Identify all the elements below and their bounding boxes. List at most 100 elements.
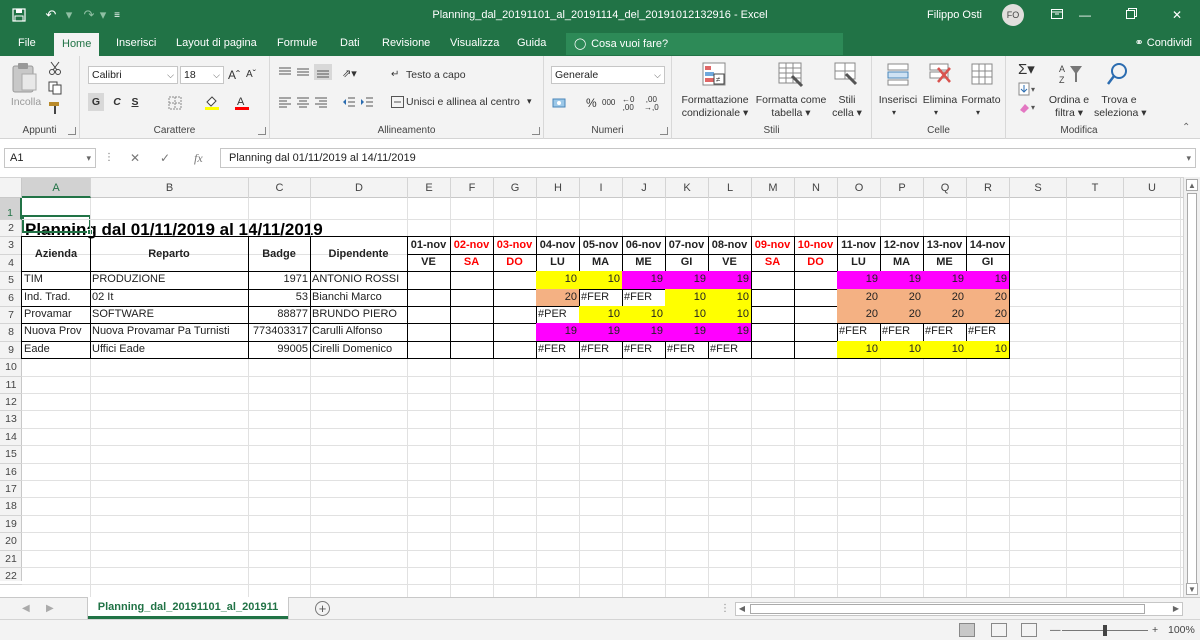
row-header-3[interactable]: 3 bbox=[0, 237, 22, 255]
column-header-a[interactable]: A bbox=[22, 178, 91, 198]
cell-hours[interactable]: #FER bbox=[923, 323, 967, 342]
cell-hours[interactable]: 10 bbox=[923, 340, 967, 360]
cell-hours[interactable]: 19 bbox=[622, 323, 666, 342]
date-header[interactable]: 12-nov bbox=[880, 236, 924, 255]
cell-hours[interactable]: 19 bbox=[708, 271, 752, 290]
cut-icon[interactable] bbox=[48, 61, 62, 78]
column-header-t[interactable]: T bbox=[1067, 178, 1124, 198]
column-header-n[interactable]: N bbox=[795, 178, 838, 198]
share-button[interactable]: ⚭ Condividi bbox=[1134, 30, 1192, 56]
column-header-c[interactable]: C bbox=[249, 178, 311, 198]
date-header[interactable]: 02-nov bbox=[450, 236, 494, 255]
scroll-left-icon[interactable]: ◀ bbox=[736, 603, 748, 615]
align-center-icon[interactable] bbox=[296, 96, 310, 111]
zoom-in-icon[interactable]: + bbox=[1152, 620, 1158, 640]
merge-center-button[interactable]: Unisci e allinea al centro bbox=[406, 96, 520, 108]
clipboard-launcher-icon[interactable] bbox=[68, 127, 76, 135]
cell-hours[interactable]: #FER bbox=[708, 340, 752, 360]
cell-hours[interactable] bbox=[407, 323, 451, 342]
cell-badge[interactable]: 99005 bbox=[248, 340, 311, 360]
row-header-19[interactable]: 19 bbox=[0, 516, 22, 534]
wrap-text-button[interactable]: Testo a capo bbox=[406, 69, 466, 81]
cell-hours[interactable]: #FER bbox=[536, 340, 580, 360]
increase-indent-icon[interactable] bbox=[360, 96, 374, 111]
align-bottom-icon[interactable] bbox=[314, 64, 332, 80]
cell-styles-button[interactable]: Stili cella ▾ bbox=[832, 94, 862, 120]
bold-button[interactable]: G bbox=[88, 93, 104, 111]
header-dipendente[interactable]: Dipendente bbox=[310, 236, 408, 273]
font-launcher-icon[interactable] bbox=[258, 127, 266, 135]
save-icon[interactable] bbox=[8, 0, 30, 30]
cell-azienda[interactable]: Provamar bbox=[21, 306, 91, 325]
row-header-4[interactable]: 4 bbox=[0, 255, 22, 273]
tab-file[interactable]: File bbox=[10, 30, 44, 56]
cell-badge[interactable]: 88877 bbox=[248, 306, 311, 325]
cell-reparto[interactable]: PRODUZIONE bbox=[90, 271, 249, 290]
cell-hours[interactable] bbox=[794, 288, 838, 307]
next-sheet-icon[interactable]: ▶ bbox=[46, 598, 54, 619]
decrease-decimal-icon[interactable]: ,00 →,0 bbox=[644, 96, 659, 112]
cell-hours[interactable] bbox=[751, 306, 795, 325]
header-badge[interactable]: Badge bbox=[248, 236, 311, 273]
column-header-j[interactable]: J bbox=[623, 178, 666, 198]
scroll-right-icon[interactable]: ▶ bbox=[1170, 603, 1182, 615]
restore-icon[interactable] bbox=[1108, 0, 1154, 30]
cell-hours[interactable] bbox=[794, 340, 838, 360]
day-header[interactable]: MA bbox=[880, 253, 924, 273]
copy-icon[interactable] bbox=[48, 81, 62, 98]
date-header[interactable]: 06-nov bbox=[622, 236, 666, 255]
format-painter-icon[interactable] bbox=[48, 101, 62, 118]
date-header[interactable]: 10-nov bbox=[794, 236, 838, 255]
cell-hours[interactable]: 20 bbox=[880, 288, 924, 307]
date-header[interactable]: 01-nov bbox=[407, 236, 451, 255]
cell-hours[interactable]: #FER bbox=[579, 340, 623, 360]
day-header[interactable]: MA bbox=[579, 253, 623, 273]
header-azienda[interactable]: Azienda bbox=[21, 236, 91, 273]
tab-data[interactable]: Dati bbox=[332, 30, 368, 56]
day-header[interactable]: GI bbox=[966, 253, 1010, 273]
tab-help[interactable]: Guida bbox=[509, 30, 554, 56]
row-header-10[interactable]: 10 bbox=[0, 359, 22, 377]
cell-hours[interactable]: 20 bbox=[536, 288, 580, 307]
customize-icon[interactable]: ≡ bbox=[106, 0, 128, 30]
format-as-table-button[interactable]: Formatta come tabella ▾ bbox=[752, 94, 830, 120]
cell-hours[interactable] bbox=[794, 323, 838, 342]
user-name[interactable]: Filippo Osti bbox=[927, 0, 982, 30]
cell-hours[interactable]: 10 bbox=[579, 306, 623, 325]
tab-page-layout[interactable]: Layout di pagina bbox=[168, 30, 265, 56]
row-header-11[interactable]: 11 bbox=[0, 377, 22, 394]
name-box[interactable]: A1 ▾ bbox=[4, 148, 96, 168]
paste-icon[interactable] bbox=[10, 62, 38, 97]
column-header-g[interactable]: G bbox=[494, 178, 537, 198]
conditional-formatting-button[interactable]: Formattazione condizionale ▾ bbox=[680, 94, 750, 120]
cell-badge[interactable]: 773403317 bbox=[248, 323, 311, 342]
alignment-launcher-icon[interactable] bbox=[532, 127, 540, 135]
column-header-u[interactable]: U bbox=[1124, 178, 1181, 198]
cell-hours[interactable] bbox=[493, 271, 537, 290]
cell-hours[interactable] bbox=[450, 271, 494, 290]
cell-hours[interactable]: #FER bbox=[579, 288, 623, 307]
cell-hours[interactable] bbox=[450, 340, 494, 360]
cell-hours[interactable]: 20 bbox=[923, 288, 967, 307]
cell-hours[interactable]: 20 bbox=[837, 288, 881, 307]
cell-hours[interactable]: #FER bbox=[665, 340, 709, 360]
cell-hours[interactable]: 10 bbox=[880, 340, 924, 360]
cell-hours[interactable]: #FER bbox=[837, 323, 881, 342]
font-size-select[interactable]: 18 ⌵ bbox=[180, 66, 224, 84]
cell-dipendente[interactable]: Bianchi Marco bbox=[310, 288, 408, 307]
align-middle-icon[interactable] bbox=[296, 66, 310, 81]
day-header[interactable]: LU bbox=[837, 253, 881, 273]
cell-hours[interactable]: 20 bbox=[880, 306, 924, 325]
row-header-12[interactable]: 12 bbox=[0, 394, 22, 412]
cell-hours[interactable]: 10 bbox=[966, 340, 1010, 360]
cell-badge[interactable]: 1971 bbox=[248, 271, 311, 290]
align-top-icon[interactable] bbox=[278, 66, 292, 81]
date-header[interactable]: 11-nov bbox=[837, 236, 881, 255]
date-header[interactable]: 07-nov bbox=[665, 236, 709, 255]
page-break-view-icon[interactable] bbox=[1021, 623, 1037, 637]
row-header-1[interactable]: 1 bbox=[0, 198, 22, 220]
row-header-17[interactable]: 17 bbox=[0, 481, 22, 499]
decrease-indent-icon[interactable] bbox=[342, 96, 356, 111]
sheet-tab-planning[interactable]: Planning_dal_20191101_al_201911 bbox=[88, 597, 288, 619]
cell-hours[interactable] bbox=[751, 340, 795, 360]
